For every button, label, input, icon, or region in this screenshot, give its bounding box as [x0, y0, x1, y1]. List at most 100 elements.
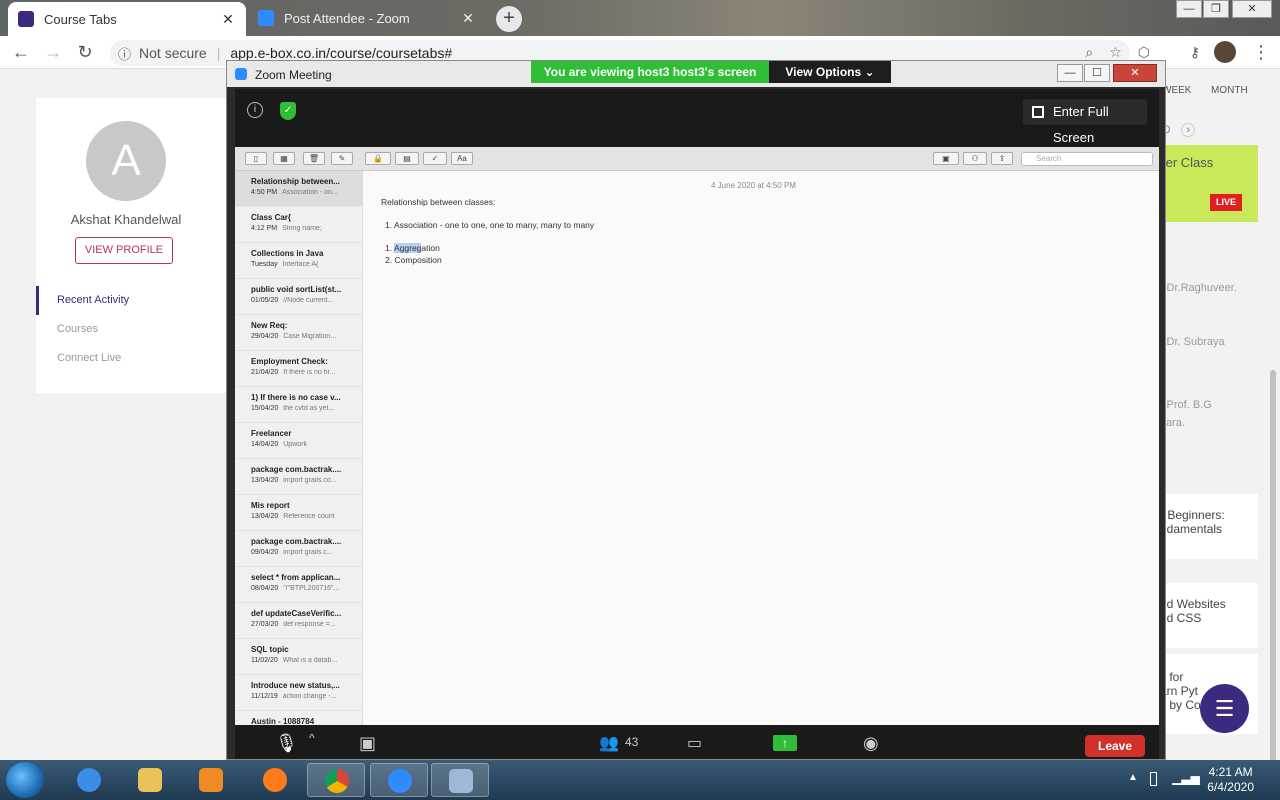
- url-text[interactable]: app.e-box.co.in/course/coursetabs#: [230, 45, 452, 61]
- course-title: s for: [1160, 670, 1184, 684]
- reload-icon[interactable]: ↻: [74, 41, 96, 63]
- bookmark-star-icon[interactable]: ☆: [1109, 44, 1122, 61]
- view-profile-button[interactable]: VIEW PROFILE: [75, 237, 173, 264]
- chevron-right-icon[interactable]: ›: [1181, 123, 1195, 137]
- muted-microphone-icon[interactable]: 🎙: [275, 733, 298, 754]
- list-item[interactable]: 1) If there is no case v... 15/04/20 the …: [235, 387, 362, 423]
- zoom-app-icon[interactable]: [370, 763, 428, 797]
- start-button[interactable]: [6, 762, 44, 798]
- profile-card: A Akshat Khandelwal VIEW PROFILE Recent …: [36, 98, 226, 393]
- forward-arrow-icon[interactable]: →: [42, 41, 64, 63]
- restore-button[interactable]: ❐: [1203, 0, 1229, 18]
- extension-icon[interactable]: ⬡: [1138, 44, 1150, 61]
- checklist-icon[interactable]: ✓: [423, 152, 447, 165]
- note-line: 1. Association - one to one, one to many…: [385, 220, 595, 230]
- attachment-icon[interactable]: ▣: [933, 152, 959, 165]
- media-player-icon[interactable]: [182, 763, 240, 797]
- lock-icon[interactable]: 🔒: [365, 152, 391, 165]
- list-item[interactable]: package com.bactrak.... 09/04/20 import g…: [235, 531, 362, 567]
- audio-options-chevron-icon[interactable]: ^: [309, 731, 315, 745]
- signal-icon[interactable]: ▁▃▅: [1172, 771, 1200, 785]
- zoom-icon[interactable]: ⌕: [1085, 44, 1093, 61]
- note-timestamp: 4 June 2020 at 4:50 PM: [711, 181, 796, 190]
- enter-full-screen-button[interactable]: Enter Full Screen: [1023, 99, 1147, 145]
- list-item[interactable]: Relationship between... 4:50 PM Associati…: [235, 171, 362, 207]
- zoom-minimize-button[interactable]: —: [1057, 64, 1083, 82]
- list-item[interactable]: New Req: 29/04/20 Case Migration...: [235, 315, 362, 351]
- gallery-view-icon[interactable]: ▦: [273, 152, 295, 165]
- key-icon[interactable]: ⚷: [1184, 41, 1206, 63]
- live-class-card[interactable]: ter Class LIVE: [1158, 145, 1258, 222]
- back-arrow-icon[interactable]: ←: [10, 41, 32, 63]
- list-item[interactable]: def updateCaseVerific... 27/03/20 def res…: [235, 603, 362, 639]
- view-options-button[interactable]: View Options ⌄: [769, 61, 891, 83]
- list-item[interactable]: Employment Check: 21/04/20 If there is no…: [235, 351, 362, 387]
- close-tab-icon[interactable]: ✕: [460, 10, 476, 27]
- list-item[interactable]: public void sortList(st... 01/05/20 //Nod…: [235, 279, 362, 315]
- share-icon[interactable]: ⇪: [991, 152, 1013, 165]
- encryption-shield-icon[interactable]: ✓: [280, 102, 296, 120]
- close-tab-icon[interactable]: ✕: [220, 11, 236, 28]
- minimize-button[interactable]: —: [1176, 0, 1202, 18]
- file-explorer-icon[interactable]: [121, 763, 179, 797]
- nav-recent-activity[interactable]: Recent Activity: [36, 286, 226, 315]
- zoom-close-button[interactable]: ✕: [1113, 64, 1157, 82]
- record-icon[interactable]: ◉: [863, 733, 879, 754]
- zoom-maximize-button[interactable]: ☐: [1084, 64, 1110, 82]
- info-icon[interactable]: ⓘ: [118, 44, 131, 63]
- leave-button[interactable]: Leave: [1085, 735, 1145, 757]
- page-scrollbar[interactable]: [1270, 370, 1276, 770]
- security-label[interactable]: Not secure: [139, 45, 207, 61]
- format-text-icon[interactable]: Aa: [451, 152, 473, 165]
- menu-dots-icon[interactable]: ⋮: [1250, 41, 1272, 63]
- meeting-info-icon[interactable]: i: [247, 102, 263, 118]
- profile-avatar[interactable]: [1214, 41, 1236, 63]
- system-tray: ▲ ▁▃▅ 4:21 AM 6/4/2020: [1120, 760, 1280, 800]
- table-icon[interactable]: ▤: [395, 152, 419, 165]
- list-item[interactable]: SQL topic 11/02/20 What is a datab...: [235, 639, 362, 675]
- system-clock[interactable]: 4:21 AM 6/4/2020: [1207, 765, 1254, 795]
- nav-connect-live[interactable]: Connect Live: [36, 344, 226, 373]
- course-card[interactable]: r Beginners: ndamentals: [1158, 494, 1258, 559]
- notes-search-input[interactable]: Search: [1021, 152, 1153, 166]
- firefox-icon[interactable]: [246, 763, 304, 797]
- note-date: 08/04/20: [251, 585, 279, 592]
- course-card[interactable]: rld Websites nd CSS: [1158, 583, 1258, 648]
- tab-zoom[interactable]: Post Attendee - Zoom ✕: [248, 2, 486, 34]
- close-window-button[interactable]: ✕: [1232, 0, 1272, 18]
- delete-icon[interactable]: 🗑: [303, 152, 325, 165]
- compose-icon[interactable]: ✎: [331, 152, 353, 165]
- collaborate-icon[interactable]: ⚇: [963, 152, 987, 165]
- list-item[interactable]: Austin - 1088784: [235, 711, 362, 725]
- internet-explorer-icon[interactable]: [60, 763, 118, 797]
- battery-icon[interactable]: [1150, 772, 1157, 786]
- list-item[interactable]: Introduce new status,... 11/12/19 action …: [235, 675, 362, 711]
- note-preview: //Node current...: [283, 297, 334, 304]
- chrome-icon[interactable]: [307, 763, 365, 797]
- note-title: package com.bactrak....: [251, 537, 342, 546]
- zoom-logo-icon: [235, 68, 247, 80]
- chat-icon[interactable]: ▭: [687, 733, 702, 753]
- nav-courses[interactable]: Courses: [36, 315, 226, 344]
- list-item[interactable]: Class Car{ 4:12 PM String name;: [235, 207, 362, 243]
- note-title: select * from applican...: [251, 573, 341, 582]
- paint-icon[interactable]: [431, 763, 489, 797]
- note-title: New Req:: [251, 321, 288, 330]
- tab-course-tabs[interactable]: Course Tabs ✕: [8, 2, 246, 36]
- stopped-video-icon[interactable]: ▣: [359, 733, 376, 754]
- participants-icon[interactable]: 👥: [599, 733, 619, 753]
- show-hidden-icons-icon[interactable]: ▲: [1128, 772, 1138, 783]
- tab-week[interactable]: WEEK: [1162, 85, 1191, 96]
- sidebar-toggle-icon[interactable]: ▯: [245, 152, 267, 165]
- share-screen-icon[interactable]: ↑: [773, 735, 797, 751]
- list-item[interactable]: select * from applican... 08/04/20 "/"BTP…: [235, 567, 362, 603]
- list-item[interactable]: package com.bactrak.... 13/04/20 import g…: [235, 459, 362, 495]
- fab-menu-button[interactable]: ☰: [1200, 684, 1249, 733]
- tab-month[interactable]: MONTH: [1211, 85, 1248, 96]
- note-preview: If there is no hr...: [283, 369, 336, 376]
- list-item[interactable]: Collections in Java Tuesday Interface A{: [235, 243, 362, 279]
- faculty-name: y Dr. Subraya: [1158, 336, 1225, 348]
- list-item[interactable]: Mis report 13/04/20 Reference count: [235, 495, 362, 531]
- list-item[interactable]: Freelancer 14/04/20 Upwork: [235, 423, 362, 459]
- new-tab-button[interactable]: +: [496, 6, 522, 32]
